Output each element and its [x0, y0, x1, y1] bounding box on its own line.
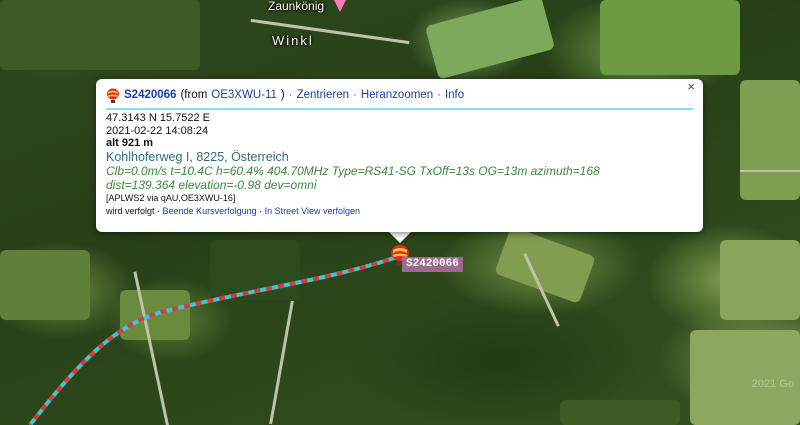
stop-tracking-link[interactable]: Beende Kursverfolgung [163, 206, 257, 216]
path-info: [APLWS2 via qAU,OE3XWU-16] [106, 192, 236, 203]
zoom-in-link[interactable]: Heranzoomen [361, 89, 433, 102]
center-link[interactable]: Zentrieren [297, 89, 349, 102]
from-station-link[interactable]: OE3XWU-11 [211, 89, 277, 102]
popup-tail [388, 231, 412, 243]
callsign-link[interactable]: S2420066 [124, 89, 176, 102]
from-prefix: (from [180, 89, 208, 102]
marker-label[interactable]: S2420066 [402, 257, 463, 272]
info-header: S2420066 (from OE3XWU-11) · Zentrieren ·… [106, 88, 693, 103]
comment-line: Clb=0.0m/s t=10.4C h=60.4% 404.70MHz Typ… [106, 163, 600, 178]
info-window: × S2420066 (from OE3XWU-11) · Zentrieren… [96, 79, 703, 232]
street-view-link[interactable]: In Street View verfolgen [265, 206, 360, 216]
address: Kohlhoferweg I, 8225, Österreich [106, 149, 289, 164]
separator: · [288, 89, 293, 102]
separator: · [259, 205, 263, 216]
track-line [28, 254, 401, 425]
header-divider [106, 108, 693, 110]
comment-line: dist=139.364 elevation=-0.98 dev=omni [106, 177, 317, 192]
tracking-status: wird verfolgt · [106, 205, 161, 216]
track-dash [28, 254, 401, 425]
timestamp: 2021-02-22 14:08:24 [106, 124, 209, 137]
altitude: alt 921 m [106, 137, 154, 149]
separator: · [353, 89, 357, 102]
map-copyright: 2021 Go [751, 378, 794, 390]
tracking-row: wird verfolgt · Beende Kursverfolgung · … [106, 205, 693, 218]
separator: · [437, 89, 441, 102]
coordinates: 47.3143 N 15.7522 E [106, 112, 210, 124]
hot-air-balloon-icon [106, 88, 120, 103]
info-link[interactable]: Info [445, 89, 464, 102]
close-icon[interactable]: × [687, 80, 695, 94]
from-suffix: ) [280, 89, 285, 102]
